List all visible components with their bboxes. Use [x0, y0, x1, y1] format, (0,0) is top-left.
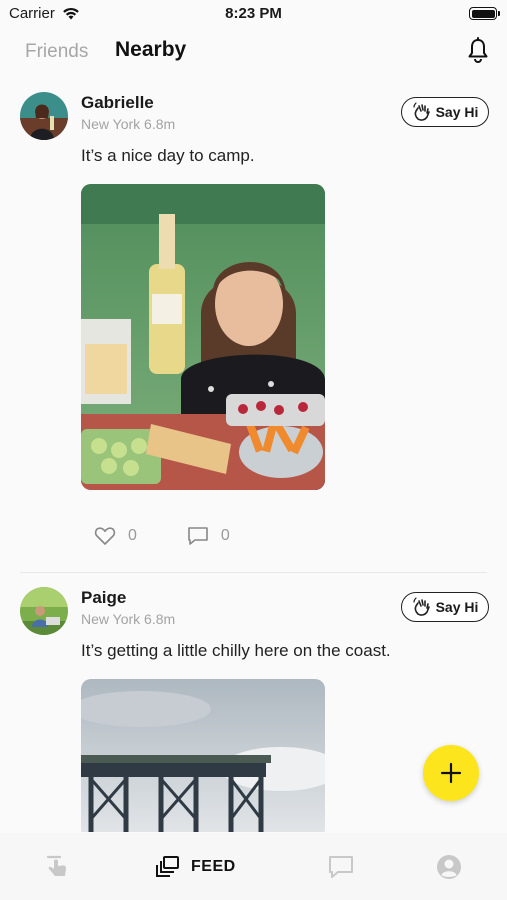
tab-profile[interactable]	[436, 853, 462, 881]
wave-hand-icon	[412, 597, 430, 616]
author-location: New York 6.8m	[81, 611, 176, 627]
post-actions: 0 0	[94, 526, 230, 546]
notification-bell-icon[interactable]	[467, 37, 489, 63]
profile-icon	[437, 855, 461, 879]
tab-feed[interactable]: FEED	[155, 853, 236, 881]
avatar[interactable]	[20, 92, 68, 140]
post-card: Gabrielle New York 6.8m Say Hi It’s a ni…	[0, 80, 507, 575]
like-count: 0	[128, 527, 137, 544]
tab-messages[interactable]	[327, 853, 355, 881]
post-photo[interactable]	[81, 679, 325, 832]
status-bar: Carrier 8:23 PM	[0, 0, 507, 30]
comment-count: 0	[220, 527, 230, 544]
avatar[interactable]	[20, 587, 68, 635]
comment-icon	[188, 527, 208, 545]
say-hi-button[interactable]: Say Hi	[401, 97, 489, 127]
wave-hand-icon	[412, 102, 430, 121]
author-name[interactable]: Paige	[81, 588, 126, 608]
bottom-tab-bar: FEED	[0, 833, 507, 900]
like-action[interactable]: 0	[94, 526, 137, 546]
feed-list[interactable]: Gabrielle New York 6.8m Say Hi It’s a ni…	[0, 80, 507, 832]
create-post-button[interactable]	[423, 745, 479, 801]
comment-action[interactable]: 0	[187, 526, 230, 546]
tab-friends[interactable]: Friends	[25, 41, 88, 63]
tap-icon	[46, 855, 66, 876]
author-name[interactable]: Gabrielle	[81, 93, 154, 113]
post-photo[interactable]	[81, 184, 325, 490]
post-text: It’s a nice day to camp.	[81, 146, 255, 165]
divider	[20, 572, 487, 573]
feed-icon	[156, 856, 179, 877]
tab-feed-label: FEED	[191, 858, 236, 875]
tab-tap[interactable]	[44, 853, 72, 881]
clock: 8:23 PM	[225, 5, 282, 22]
chat-icon	[329, 856, 353, 878]
author-location: New York 6.8m	[81, 116, 176, 132]
say-hi-button[interactable]: Say Hi	[401, 592, 489, 622]
plus-icon	[440, 762, 462, 784]
battery-icon	[469, 7, 500, 20]
say-hi-label: Say Hi	[435, 599, 479, 615]
say-hi-label: Say Hi	[435, 104, 479, 120]
post-text: It’s getting a little chilly here on the…	[81, 641, 391, 660]
header: Friends Nearby	[0, 34, 507, 68]
heart-icon	[94, 527, 116, 545]
tab-nearby[interactable]: Nearby	[115, 38, 186, 62]
